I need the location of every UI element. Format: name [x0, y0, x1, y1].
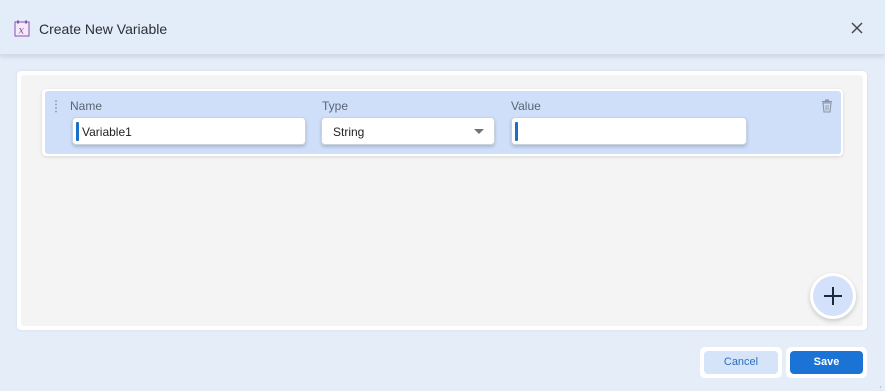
name-input[interactable]: Variable1 [72, 117, 306, 145]
close-icon[interactable] [847, 18, 867, 38]
plus-icon [824, 287, 842, 305]
input-focus-indicator [515, 122, 518, 141]
value-label: Value [511, 99, 541, 113]
create-variable-dialog: x Create New Variable Name Variable1 Typ… [0, 0, 885, 391]
trash-icon[interactable] [821, 99, 833, 113]
add-variable-button[interactable] [810, 273, 856, 319]
type-select-value: String [333, 125, 365, 139]
save-button[interactable]: Save [790, 351, 863, 374]
value-input[interactable] [511, 117, 747, 145]
dialog-header: x Create New Variable [0, 0, 885, 55]
cancel-button[interactable]: Cancel [704, 351, 778, 374]
chevron-down-icon [474, 129, 484, 134]
input-focus-indicator [76, 122, 79, 141]
resize-grip-icon[interactable] [874, 380, 882, 391]
svg-text:x: x [19, 26, 25, 37]
drag-handle-icon[interactable] [53, 99, 59, 113]
type-select[interactable]: String [321, 117, 495, 145]
type-label: Type [322, 99, 349, 113]
name-label: Name [70, 99, 103, 113]
dialog-title: Create New Variable [39, 21, 168, 37]
name-input-value: Variable1 [82, 125, 132, 139]
add-variable-button-face [813, 276, 853, 316]
variable-icon: x [14, 20, 31, 37]
